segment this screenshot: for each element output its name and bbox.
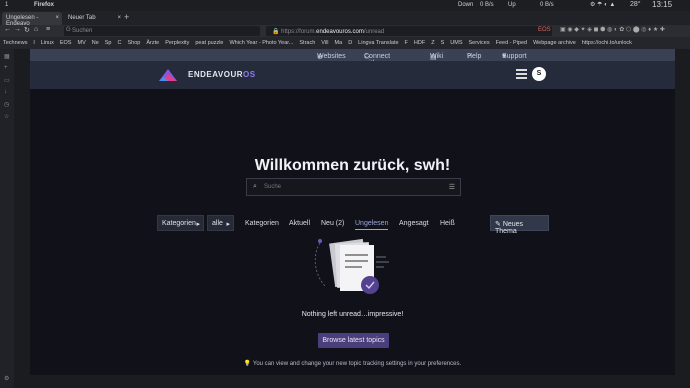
bookmark-item[interactable]: D [345, 37, 355, 49]
bookmark-item[interactable]: Shop [124, 37, 143, 49]
bookmark-item[interactable]: Strach [296, 37, 318, 49]
extensions-area[interactable]: ▣ ◉ ◆ ✦ ◈ ◼ ⬢ ◍ ◐ ✿ ⬡ ⬤ ◎ ♦ ★ ✚ [560, 26, 665, 33]
browse-latest-button[interactable]: Browse latest topics [318, 333, 389, 348]
bottom-strip [14, 375, 690, 388]
bookmark-item[interactable]: Which Year - Photo Year... [226, 37, 296, 49]
empty-state-message: Nothing left unread…impressive! [301, 311, 404, 318]
bookmark-icon[interactable]: ☆ [4, 113, 9, 120]
close-tab-icon[interactable]: × [55, 15, 59, 21]
site-top-links: ⊕ Websites ⚇ Connect with us ▤ Wiki ? He… [30, 49, 675, 67]
lock-icon: 🔒 [272, 29, 282, 35]
net-up-label: Up [508, 2, 516, 8]
url-bar[interactable]: 🔒 https://forum.endeavouros.com/unread [266, 26, 552, 36]
settings-icon[interactable]: ⚙ [4, 375, 9, 382]
search-options-icon[interactable]: ☰ [449, 183, 455, 191]
menu-icon[interactable]: ≡ [46, 26, 50, 33]
extension-badge[interactable]: EOS [538, 27, 551, 33]
site-logo-text[interactable]: ENDEAVOUROS [188, 70, 256, 79]
forward-icon[interactable]: → [14, 26, 21, 33]
hamburger-menu-icon[interactable] [516, 69, 527, 81]
bookmark-item[interactable]: S [438, 37, 448, 49]
page-content: ⊕ Websites ⚇ Connect with us ▤ Wiki ? He… [30, 49, 675, 375]
url-path: /unread [363, 29, 385, 35]
endeavouros-logo-icon[interactable] [157, 68, 179, 82]
bookmark-item[interactable]: Ma [332, 37, 346, 49]
url-prefix: https://forum. [281, 29, 317, 35]
nav-top[interactable]: Angesagt [399, 220, 429, 227]
tab-bar: Ungelesen - Endeavo × Neuer Tab × [0, 11, 690, 27]
close-tab-icon[interactable]: × [117, 15, 121, 21]
bookmark-item[interactable]: peat puzzle [192, 37, 226, 49]
bookmark-item[interactable]: Webpage archive [530, 37, 579, 49]
search-placeholder: Suchen [72, 28, 93, 34]
home-icon[interactable]: ⌂ [34, 26, 38, 33]
bookmark-item[interactable]: Ne [89, 37, 102, 49]
bookmark-item[interactable]: Perplexity [162, 37, 192, 49]
tab-label: Neuer Tab [68, 15, 96, 21]
search-icon: G [66, 27, 71, 33]
bookmark-item[interactable]: Z [428, 37, 437, 49]
nav-latest[interactable]: Aktuell [289, 220, 310, 227]
browser-sidebar: ▦ + ▭ ↓ ◷ ☆ ⚙ [0, 49, 14, 388]
bookmark-item[interactable]: https://ochi.to/unlock [579, 37, 635, 49]
url-domain: endeavouros.com [316, 29, 364, 35]
bookmark-item[interactable]: Ärzte [143, 37, 162, 49]
nav-hot[interactable]: Heiß [440, 220, 455, 227]
system-bar: 1 Firefox Down 0 B/s Up 0 B/s ⚙ ☂ ◐ ▲ 28… [0, 0, 690, 11]
net-down-label: Down [458, 2, 474, 8]
site-header: ENDEAVOUROS S [30, 61, 675, 89]
lightbulb-icon: 💡 [243, 361, 253, 367]
clock[interactable]: 13:15 [652, 0, 672, 9]
active-app-name: Firefox [34, 2, 55, 8]
tracking-hint: 💡 You can view and change your new topic… [243, 361, 462, 367]
category-dropdown[interactable]: Kategorien ▸ [157, 215, 204, 231]
reload-icon[interactable]: ↻ [24, 26, 30, 34]
empty-inbox-illustration-icon [314, 238, 389, 294]
download-icon[interactable]: ↓ [4, 89, 7, 95]
bookmark-item[interactable]: Linux [38, 37, 57, 49]
net-down-value: 0 B/s [480, 2, 494, 8]
bookmark-item[interactable]: Vill [318, 37, 331, 49]
bookmark-item[interactable]: HDF [411, 37, 428, 49]
bookmark-item[interactable]: MV [74, 37, 88, 49]
caret-right-icon: ▸ [196, 221, 200, 228]
bookmark-item[interactable]: Feed - Piped [493, 37, 531, 49]
bookmarks-bar: Technews l Linux EOS MV Ne Sp C Shop Ärzte Perplex… [0, 37, 690, 49]
tab-new[interactable]: Neuer Tab × [64, 12, 124, 25]
tray-icons[interactable]: ⚙ ☂ ◐ ▲ [590, 1, 615, 8]
grid-icon[interactable]: ▦ [4, 53, 10, 60]
plus-icon[interactable]: + [4, 65, 8, 71]
edit-icon: ✎ [495, 221, 503, 228]
tag-dropdown[interactable]: alle ▸ [207, 215, 234, 231]
site-search-input[interactable]: ⌕ Suche ☰ [246, 178, 461, 196]
bookmark-item[interactable]: UMS [447, 37, 465, 49]
tab-unread[interactable]: Ungelesen - Endeavo × [2, 12, 62, 27]
back-icon[interactable]: ← [4, 26, 11, 33]
history-icon[interactable]: ◷ [4, 101, 9, 108]
bookmark-item[interactable]: EOS [57, 37, 75, 49]
new-tab-button[interactable]: + [124, 12, 129, 22]
welcome-heading: Willkommen zurück, swh! [254, 157, 451, 174]
bookmark-item[interactable]: F [402, 37, 411, 49]
temperature: 28° [630, 1, 641, 8]
nav-new[interactable]: Neu (2) [321, 220, 344, 227]
browser-search-input[interactable]: G Suchen [64, 26, 260, 36]
bookmark-item[interactable]: Sp [102, 37, 115, 49]
navigation-bar: ← → ↻ ⌂ ≡ G Suchen 🔒 https://forum.endea… [0, 25, 690, 37]
nav-categories[interactable]: Kategorien [245, 220, 279, 227]
bookmark-item[interactable]: l [30, 37, 37, 49]
site-search-placeholder: Suche [264, 184, 282, 190]
bookmark-item[interactable]: Lingva Translate [355, 37, 401, 49]
bookmark-item[interactable]: C [115, 37, 125, 49]
nav-unread[interactable]: Ungelesen [355, 220, 389, 230]
bookmark-item[interactable]: Services [466, 37, 493, 49]
user-avatar[interactable]: S [532, 67, 546, 81]
caret-right-icon: ▸ [226, 221, 230, 228]
bookmark-item[interactable]: Technews [0, 37, 30, 49]
net-up-value: 0 B/s [540, 2, 554, 8]
tab-icon[interactable]: ▭ [4, 77, 10, 84]
new-topic-button[interactable]: ✎ Neues Thema [490, 215, 549, 235]
workspace-indicator[interactable]: 1 [5, 2, 8, 8]
search-icon: ⌕ [253, 183, 257, 190]
